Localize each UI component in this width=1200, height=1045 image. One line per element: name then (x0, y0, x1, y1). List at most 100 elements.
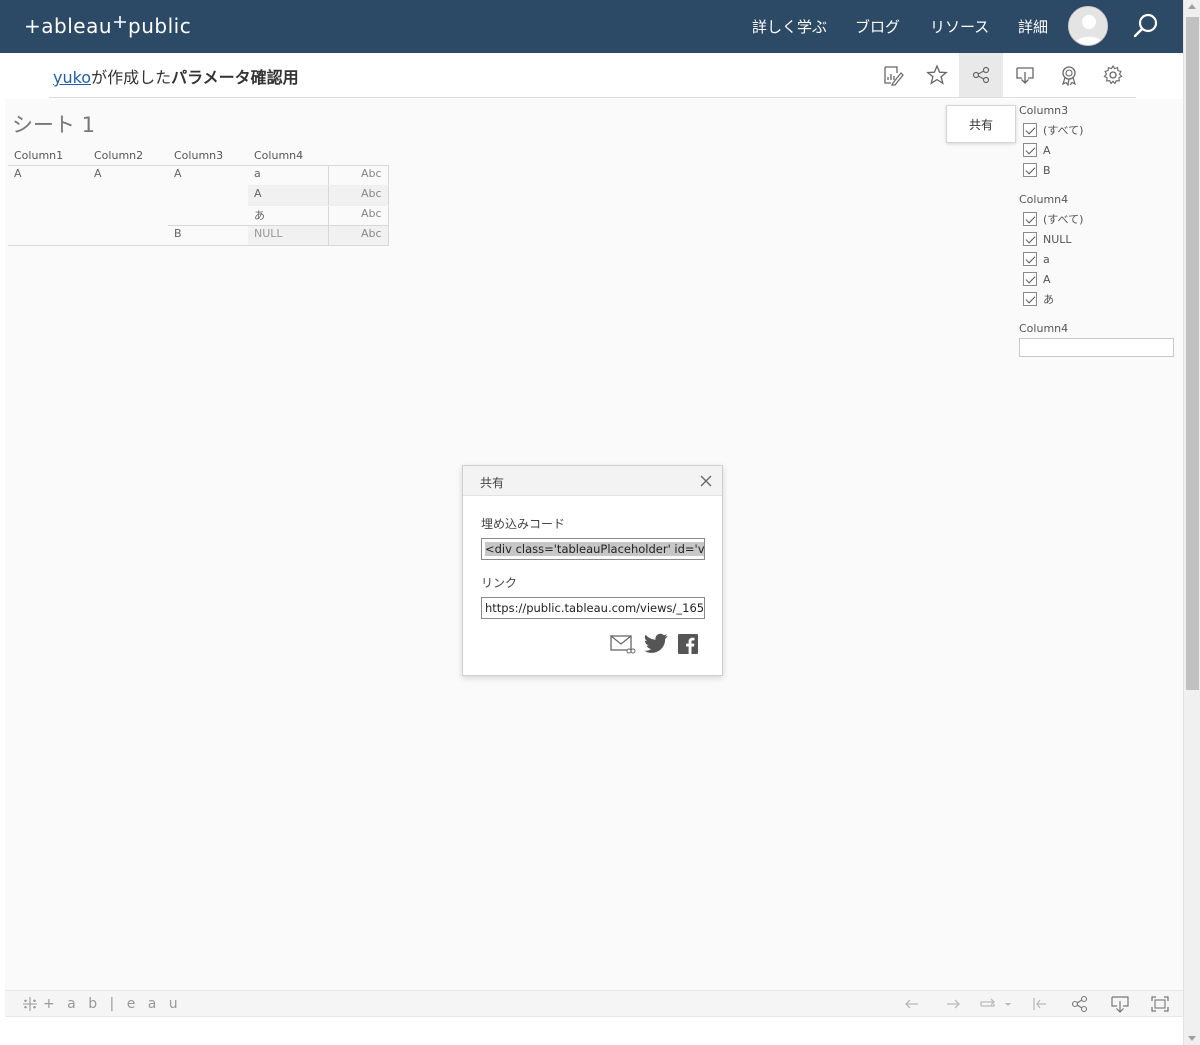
filter-item[interactable]: a (1019, 249, 1174, 269)
table-cell: Abc (327, 205, 389, 225)
filters-panel: Column3 (すべて) A B Column4 (すべて) NULL a A… (1014, 104, 1174, 357)
logo-text: +ableau (24, 14, 113, 38)
revert-all-icon[interactable] (1029, 994, 1051, 1014)
filter-item[interactable]: A (1019, 269, 1174, 289)
avatar[interactable] (1068, 6, 1108, 46)
vertical-scrollbar[interactable] (1183, 0, 1200, 1045)
facebook-icon[interactable] (676, 633, 702, 655)
table-cell: a (248, 164, 328, 186)
dialog-header: 共有 (463, 466, 722, 496)
settings-button[interactable] (1091, 53, 1135, 97)
link-field[interactable]: https://public.tableau.com/views/_165 (481, 597, 705, 619)
checkbox-checked-icon[interactable] (1023, 252, 1037, 266)
footer-logo-text: + a b | e a u (43, 996, 182, 1012)
award-icon (1062, 66, 1076, 86)
sheet-title: シート 1 (12, 113, 96, 137)
star-icon (926, 64, 948, 85)
redo-icon[interactable] (942, 994, 964, 1014)
filter-column4: Column4 (すべて) NULL a A あ (1019, 193, 1174, 309)
search-icon[interactable] (1132, 12, 1160, 40)
favorite-button[interactable] (915, 53, 959, 97)
table-cell: Abc (327, 224, 389, 246)
filter-search-input[interactable] (1019, 338, 1174, 357)
table-cell (88, 225, 168, 246)
filter-item-label: a (1043, 252, 1050, 266)
embed-code-text: <div class='tableauPlaceholder' id='viz (485, 542, 704, 556)
filter-item[interactable]: B (1019, 160, 1174, 180)
edit-copy-button[interactable] (871, 53, 915, 97)
email-link-icon[interactable] (610, 633, 636, 655)
filter-item-label: (すべて) (1043, 124, 1084, 137)
scrollbar-thumb[interactable] (1186, 17, 1199, 690)
share-footer-icon[interactable] (1069, 994, 1091, 1014)
checkbox-checked-icon[interactable] (1023, 143, 1037, 157)
table-row[interactable]: A Abc (8, 185, 389, 206)
bottom-toolbar: + a b | e a u (5, 990, 1183, 1017)
filter-item-label: あ (1043, 293, 1054, 306)
top-navigation: +ableau public 詳しく学ぶ ブログ リソース 詳細 (0, 0, 1183, 53)
table-cell (88, 185, 168, 205)
table-cell: B (168, 224, 248, 246)
table-row[interactable]: B NULL Abc (8, 224, 389, 246)
dialog-title: 共有 (480, 476, 505, 490)
filter-item-label: NULL (1043, 232, 1072, 246)
crosstab-table: Column1 Column2 Column3 Column4 A A A a … (8, 147, 389, 246)
share-button[interactable] (959, 53, 1003, 97)
table-cell: A (168, 164, 248, 185)
tableau-public-logo[interactable]: +ableau public (24, 12, 191, 40)
logo-suffix: public (128, 14, 192, 38)
table-row[interactable]: A A A a Abc (8, 164, 389, 186)
checkbox-checked-icon[interactable] (1023, 272, 1037, 286)
filter-item-label: A (1043, 143, 1051, 157)
nav-resources[interactable]: リソース (930, 16, 989, 37)
table-cell (8, 225, 88, 246)
checkbox-checked-icon[interactable] (1023, 212, 1037, 226)
tableau-footer-logo[interactable]: + a b | e a u (21, 995, 182, 1013)
twitter-icon[interactable] (644, 633, 670, 655)
download-footer-icon[interactable] (1109, 994, 1131, 1014)
badge-button[interactable] (1047, 53, 1091, 97)
embed-code-field[interactable]: <div class='tableauPlaceholder' id='viz (481, 538, 705, 560)
revert-dropdown-icon[interactable] (978, 994, 1012, 1014)
checkbox-checked-icon[interactable] (1023, 232, 1037, 246)
close-icon[interactable] (698, 473, 714, 489)
undo-icon[interactable] (901, 994, 923, 1014)
nav-details[interactable]: 詳細 (1018, 16, 1048, 37)
table-row[interactable]: あ Abc (8, 205, 389, 225)
filter-column3: Column3 (すべて) A B (1019, 104, 1174, 180)
filter-item[interactable]: A (1019, 140, 1174, 160)
column-header: Column3 (174, 149, 224, 163)
tableau-logo-icon (23, 997, 37, 1011)
link-label: リンク (481, 576, 518, 590)
share-tooltip: 共有 (946, 105, 1016, 143)
edit-icon (884, 66, 904, 86)
filter-column4-search: Column4 (1019, 322, 1174, 357)
table-cell (168, 205, 248, 225)
nav-blog[interactable]: ブログ (855, 16, 900, 37)
gear-icon (1103, 64, 1123, 85)
filter-title: Column4 (1019, 193, 1069, 206)
logo-cross-icon (114, 16, 127, 28)
nav-learn-more[interactable]: 詳しく学ぶ (752, 16, 827, 37)
checkbox-checked-icon[interactable] (1023, 163, 1037, 177)
filter-item[interactable]: NULL (1019, 229, 1174, 249)
filter-item[interactable]: (すべて) (1019, 209, 1174, 229)
filter-title: Column3 (1019, 104, 1069, 117)
filter-item[interactable]: あ (1019, 289, 1174, 309)
column-header: Column2 (94, 149, 144, 163)
share-icon (972, 66, 990, 84)
author-link[interactable]: yuko (53, 68, 91, 87)
link-text: https://public.tableau.com/views/_165 (485, 601, 705, 615)
download-button[interactable] (1003, 53, 1047, 97)
filter-item[interactable]: (すべて) (1019, 120, 1174, 140)
table-cell: Abc (327, 164, 389, 186)
scroll-up-icon[interactable] (1188, 4, 1196, 9)
fullscreen-icon[interactable] (1149, 994, 1171, 1014)
table-cell: A (88, 164, 168, 185)
table-cell (8, 205, 88, 225)
user-avatar-icon (1069, 7, 1107, 45)
scroll-down-icon[interactable] (1188, 1036, 1196, 1041)
viz-name: パラメータ確認用 (171, 68, 299, 87)
checkbox-checked-icon[interactable] (1023, 123, 1037, 137)
checkbox-checked-icon[interactable] (1023, 292, 1037, 306)
